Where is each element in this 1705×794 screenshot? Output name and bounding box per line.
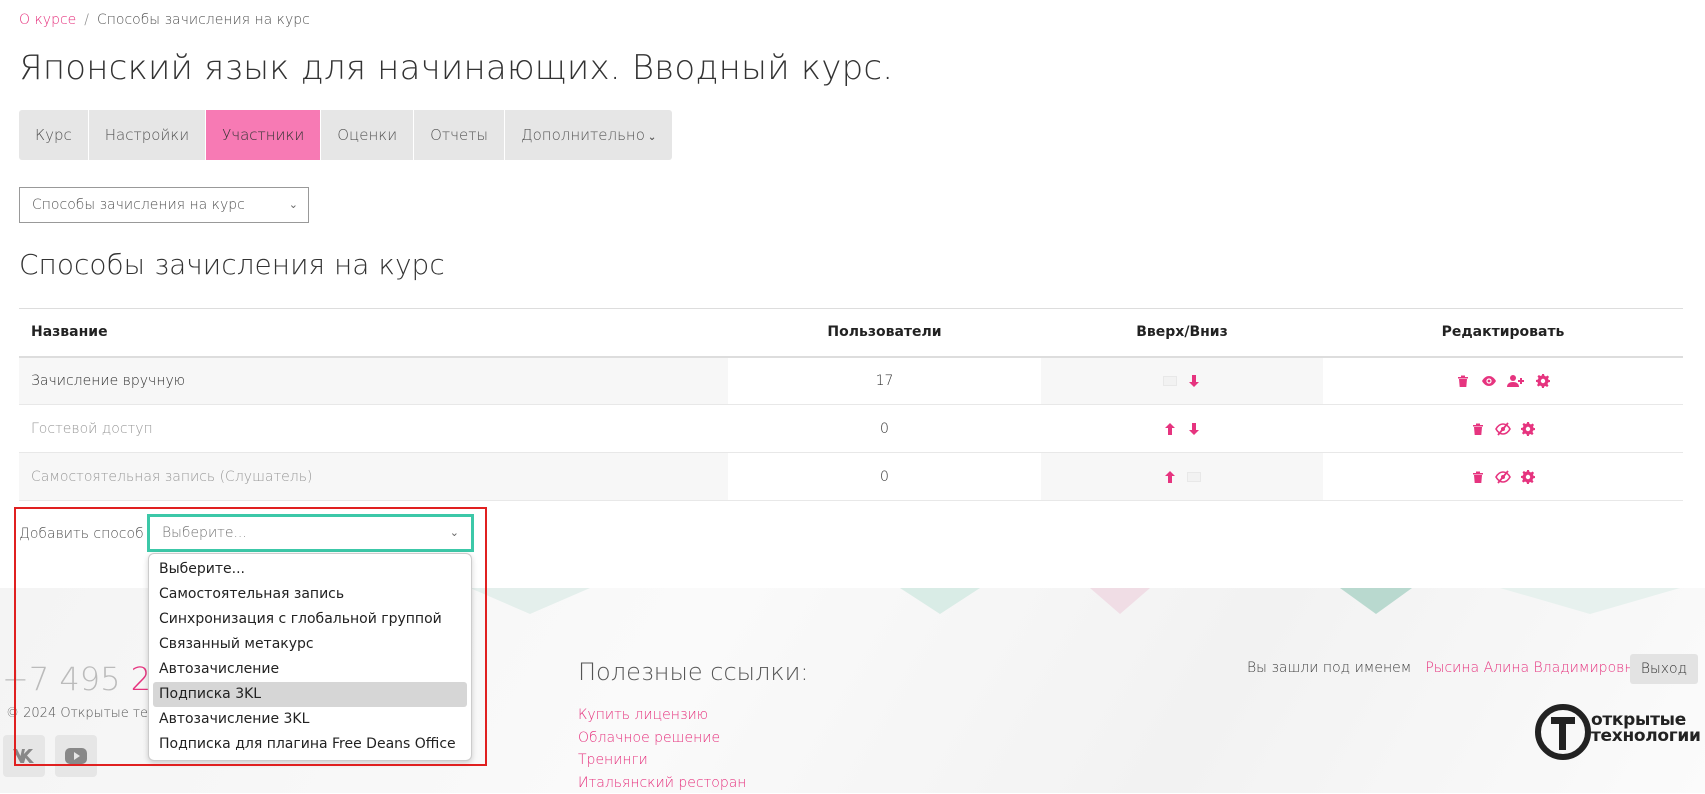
dropdown-option[interactable]: Автозачисление 3KL <box>153 707 467 732</box>
login-text: Вы зашли под именем <box>1247 660 1411 676</box>
tab-course[interactable]: Курс <box>19 110 89 160</box>
chevron-down-icon: ⌄ <box>450 517 459 549</box>
add-method-dropdown: Выберите... Самостоятельная запись Синхр… <box>148 553 472 761</box>
trash-icon[interactable] <box>1456 374 1470 388</box>
breadcrumb: О курсе / Способы зачисления на курс <box>19 12 310 28</box>
dropdown-option[interactable]: Самостоятельная запись <box>153 582 467 607</box>
updown-cell <box>1041 405 1323 453</box>
dropdown-option[interactable]: Автозачисление <box>153 657 467 682</box>
add-method-select[interactable]: Выберите... ⌄ <box>147 514 474 552</box>
header-edit: Редактировать <box>1323 309 1683 357</box>
table-row: Зачисление вручную 17 <box>19 357 1683 405</box>
logo-text: открытые технологии <box>1591 712 1701 744</box>
dropdown-option[interactable]: Подписка для плагина Free Deans Office <box>153 732 467 757</box>
breadcrumb-current: Способы зачисления на курс <box>97 12 310 28</box>
gear-icon[interactable] <box>1536 374 1550 388</box>
footer-decor-triangle <box>470 588 590 614</box>
trash-icon[interactable] <box>1471 422 1485 436</box>
logo-icon <box>1535 702 1593 762</box>
eye-icon[interactable] <box>1481 374 1497 388</box>
arrow-up-icon[interactable] <box>1163 470 1177 484</box>
youtube-button[interactable] <box>55 735 97 777</box>
vk-button[interactable] <box>3 735 45 777</box>
footer-link[interactable]: Итальянский ресторан <box>578 772 746 794</box>
nav-select-value: Способы зачисления на курс <box>32 197 245 213</box>
page-title: Японский язык для начинающих. Вводный ку… <box>19 48 893 88</box>
arrow-up-icon[interactable] <box>1163 422 1177 436</box>
edit-cell <box>1323 453 1683 501</box>
method-name: Зачисление вручную <box>19 357 728 405</box>
footer-decor-triangle <box>1340 588 1412 614</box>
dropdown-option[interactable]: Синхронизация с глобальной группой <box>153 607 467 632</box>
header-updown: Вверх/Вниз <box>1041 309 1323 357</box>
gear-icon[interactable] <box>1521 470 1535 484</box>
tab-settings[interactable]: Настройки <box>89 110 206 160</box>
tab-more[interactable]: Дополнительно⌄ <box>505 110 672 160</box>
updown-cell <box>1041 453 1323 501</box>
user-plus-icon[interactable] <box>1507 374 1525 388</box>
table-row: Гостевой доступ 0 <box>19 405 1683 453</box>
enrolment-methods-table: Название Пользователи Вверх/Вниз Редакти… <box>19 308 1683 501</box>
header-name: Название <box>19 309 728 357</box>
footer-decor-triangle <box>900 588 980 614</box>
logout-button[interactable]: Выход <box>1630 654 1698 684</box>
footer-links: Купить лицензию Облачное решение Тренинг… <box>578 704 746 794</box>
eye-slash-icon[interactable] <box>1495 470 1511 484</box>
footer-link[interactable]: Тренинги <box>578 749 746 772</box>
method-users-count: 17 <box>728 357 1041 405</box>
spacer-icon <box>1163 376 1177 386</box>
chevron-down-icon: ⌄ <box>289 188 298 222</box>
table-header-row: Название Пользователи Вверх/Вниз Редакти… <box>19 309 1683 357</box>
phone-prefix: +7 495 <box>2 660 120 698</box>
footer-link[interactable]: Облачное решение <box>578 727 746 750</box>
breadcrumb-link-about-course[interactable]: О курсе <box>19 12 76 28</box>
arrow-down-icon[interactable] <box>1187 374 1201 388</box>
login-info: Вы зашли под именем Рысина Алина Владимир… <box>1247 660 1642 676</box>
footer-decor-triangle <box>1090 588 1150 614</box>
header-users: Пользователи <box>728 309 1041 357</box>
chevron-down-icon: ⌄ <box>648 132 656 143</box>
table-row: Самостоятельная запись (Слушатель) 0 <box>19 453 1683 501</box>
edit-cell <box>1323 405 1683 453</box>
dropdown-option[interactable]: Связанный метакурс <box>153 632 467 657</box>
section-title: Способы зачисления на курс <box>19 248 445 281</box>
arrow-down-icon[interactable] <box>1187 422 1201 436</box>
edit-cell <box>1323 357 1683 405</box>
participants-nav-select[interactable]: Способы зачисления на курс ⌄ <box>19 187 309 223</box>
tab-reports[interactable]: Отчеты <box>414 110 505 160</box>
footer-decor-triangle <box>1500 588 1680 614</box>
youtube-icon <box>64 746 88 766</box>
footer-links-title: Полезные ссылки: <box>578 658 809 686</box>
footer-link[interactable]: Купить лицензию <box>578 704 746 727</box>
eye-slash-icon[interactable] <box>1495 422 1511 436</box>
gear-icon[interactable] <box>1521 422 1535 436</box>
dropdown-option-highlighted[interactable]: Подписка 3KL <box>153 682 467 707</box>
tab-more-label: Дополнительно <box>521 126 645 144</box>
company-logo: открытые технологии <box>1535 702 1695 762</box>
spacer-icon <box>1187 472 1201 482</box>
course-tabs: Курс Настройки Участники Оценки Отчеты Д… <box>19 110 672 160</box>
updown-cell <box>1041 357 1323 405</box>
tab-participants[interactable]: Участники <box>206 110 321 160</box>
user-profile-link[interactable]: Рысина Алина Владимировна <box>1425 660 1642 676</box>
trash-icon[interactable] <box>1471 470 1485 484</box>
add-method-selected-value: Выберите... <box>162 525 247 541</box>
tab-grades[interactable]: Оценки <box>321 110 414 160</box>
breadcrumb-separator: / <box>84 12 89 28</box>
method-users-count: 0 <box>728 453 1041 501</box>
method-users-count: 0 <box>728 405 1041 453</box>
logo-line-2: технологии <box>1591 728 1701 744</box>
add-method-label: Добавить способ <box>19 526 144 542</box>
method-name: Самостоятельная запись (Слушатель) <box>19 453 728 501</box>
dropdown-option[interactable]: Выберите... <box>153 557 467 582</box>
footer-copyright: © 2024 Открытые тех <box>6 706 156 721</box>
method-name: Гостевой доступ <box>19 405 728 453</box>
vk-icon <box>12 746 36 766</box>
